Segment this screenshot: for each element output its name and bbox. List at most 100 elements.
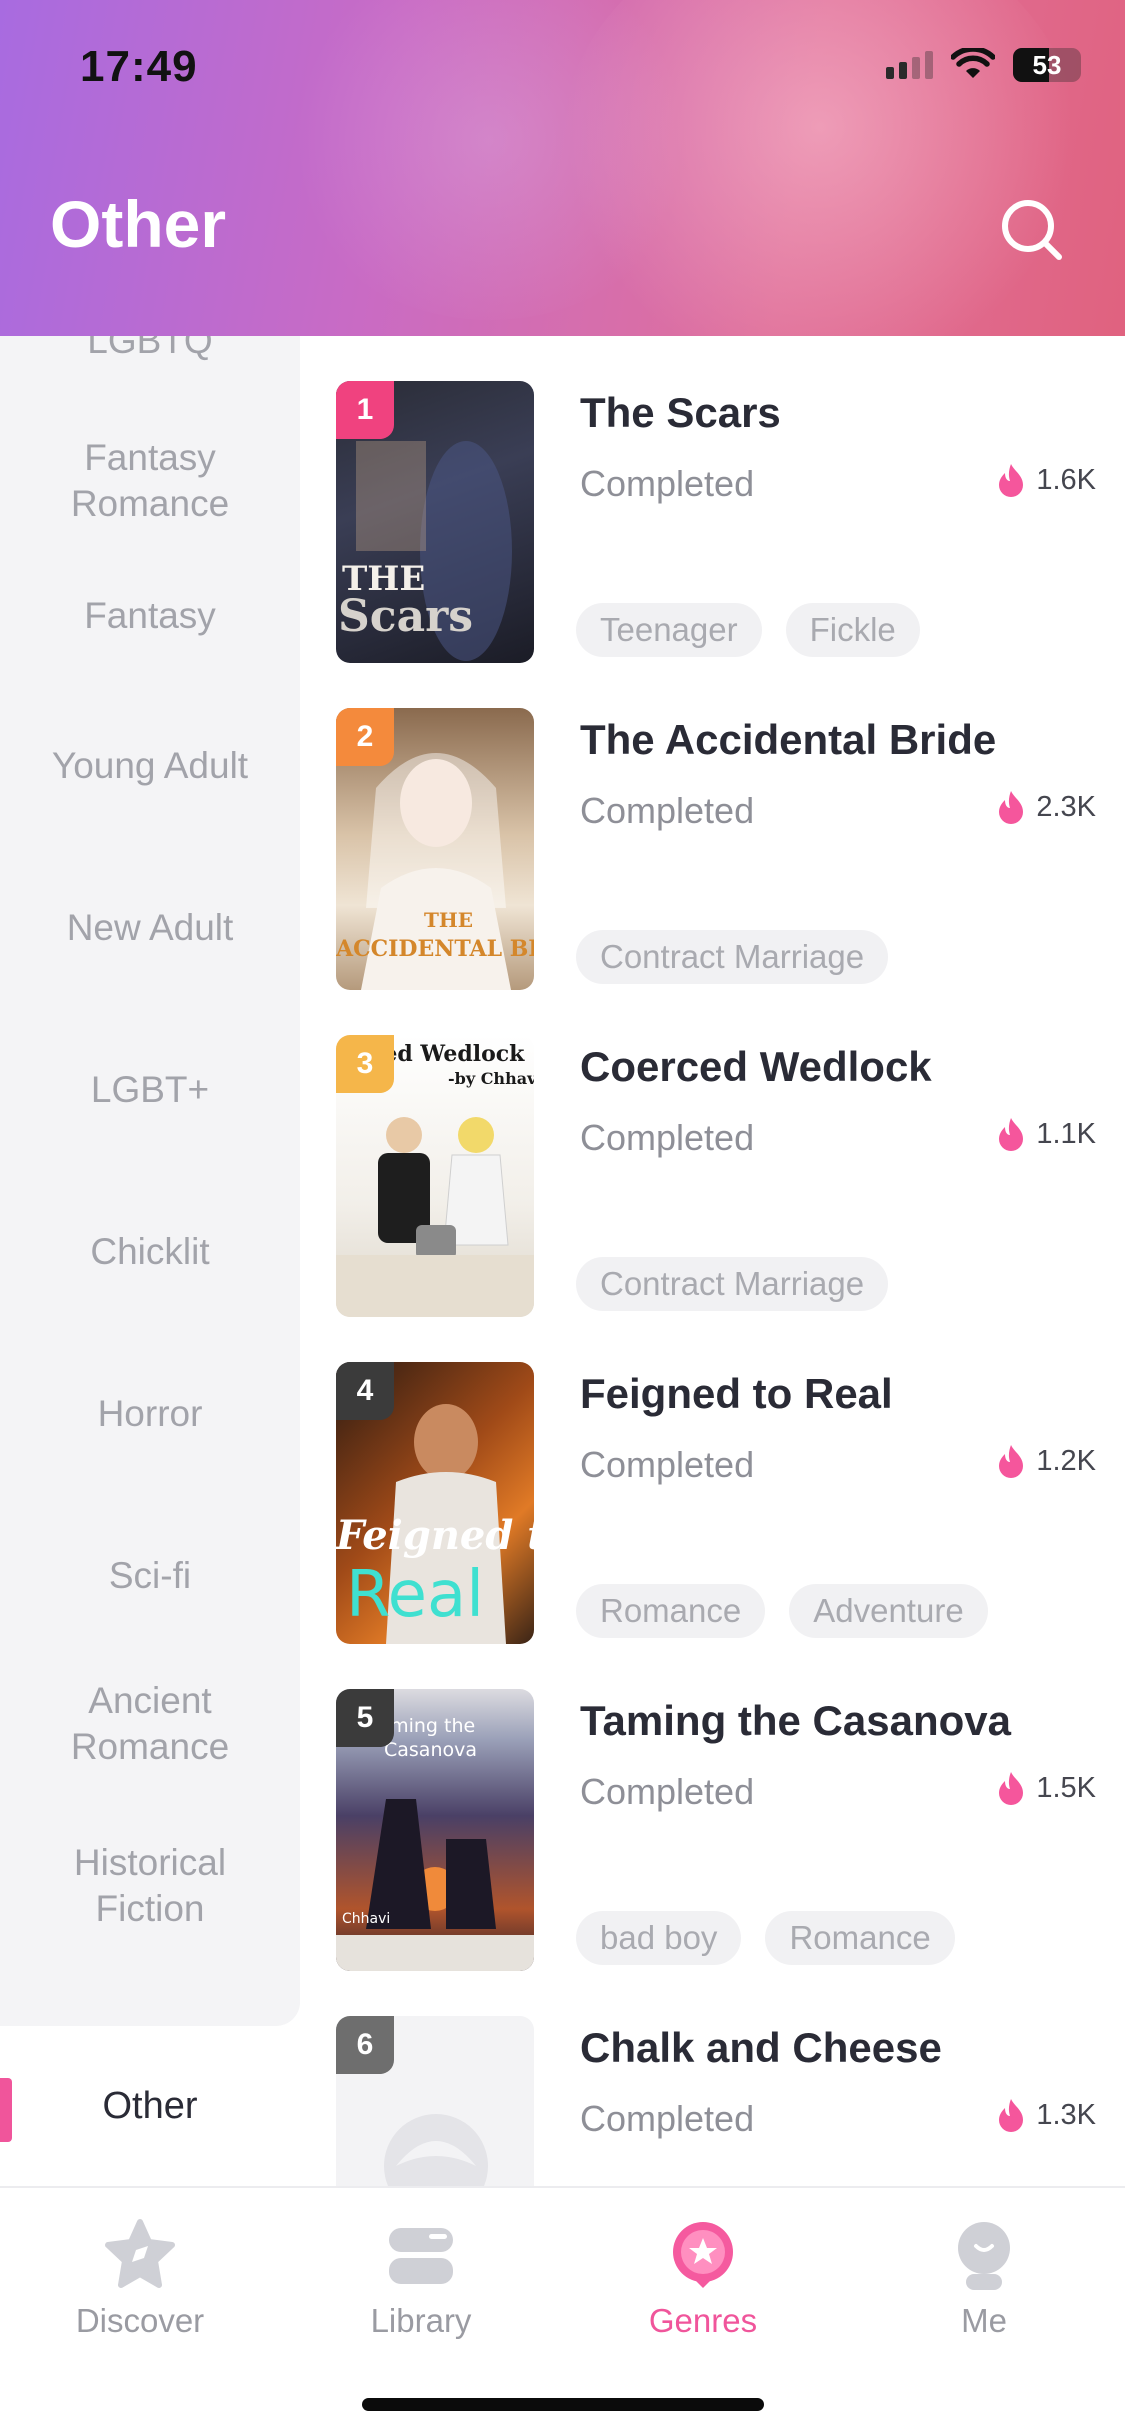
sidebar-item-fantasy-romance[interactable]: Fantasy Romance <box>0 416 300 546</box>
cover-title-line: THE <box>424 908 474 932</box>
book-item[interactable]: THE ACCIDENTAL BRIDE 2 The Accidental Br… <box>336 708 1096 990</box>
flame-icon <box>999 2099 1024 2132</box>
genre-sidebar: LGBTQ Fantasy Romance Fantasy Young Adul… <box>0 336 300 2026</box>
flame-icon <box>999 791 1024 824</box>
book-status: Completed <box>580 790 755 831</box>
book-status: Completed <box>580 2098 755 2139</box>
tag-chip[interactable]: bad boy <box>576 1911 742 1965</box>
book-popularity: 1.3K <box>996 2098 1096 2132</box>
book-title: The Scars <box>580 389 781 436</box>
sidebar-item-label: Other <box>102 2084 198 2127</box>
tag-chip[interactable]: Contract Marriage <box>576 1257 889 1311</box>
sidebar-item-sci-fi[interactable]: Sci-fi <box>0 1521 300 1631</box>
tag-list: Contract Marriage <box>576 1257 889 1311</box>
sidebar-item-historical-fiction[interactable]: Historical Fiction <box>0 1816 300 1956</box>
book-title: The Accidental Bride <box>580 716 997 763</box>
tab-library[interactable]: Library <box>321 2218 521 2340</box>
book-item[interactable]: Feigned to Real 4 Feigned to Real Comple… <box>336 1362 1096 1644</box>
book-popularity: 1.1K <box>996 1117 1096 1151</box>
battery-icon: 53 <box>1013 48 1081 82</box>
book-status: Completed <box>580 463 755 504</box>
book-title: Coerced Wedlock <box>580 1043 932 1090</box>
book-title: Taming the Casanova <box>580 1697 1011 1744</box>
popularity-count: 1.5K <box>1036 1771 1096 1804</box>
tab-label: Discover <box>75 2302 205 2339</box>
tag-list: bad boy Romance <box>576 1911 955 1965</box>
book-item[interactable]: THE Scars 1 The Scars Completed 1.6K Tee… <box>336 381 1096 663</box>
book-cover: ced Wedlock -by Chhavi 3 <box>336 1035 534 1317</box>
header-banner: 17:49 53 Other <box>0 0 1125 336</box>
rank-badge: 1 <box>336 381 394 439</box>
page-title: Other <box>50 187 227 261</box>
sidebar-item-ancient-romance[interactable]: Ancient Romance <box>0 1654 300 1794</box>
tag-chip[interactable]: Romance <box>576 1584 766 1638</box>
library-icon <box>389 2228 453 2284</box>
flame-icon <box>999 1772 1024 1805</box>
sidebar-item-lgbt-plus[interactable]: LGBT+ <box>0 1035 300 1145</box>
popularity-count: 1.2K <box>1036 1444 1096 1477</box>
book-title: Chalk and Cheese <box>580 2024 942 2071</box>
book-status: Completed <box>580 1117 755 1158</box>
book-cover: Feigned to Real 4 <box>336 1362 534 1644</box>
cover-title-line: Casanova <box>384 1739 478 1761</box>
book-item[interactable]: Taming the Casanova Chhavi 5 Taming the … <box>336 1689 1096 1971</box>
rank-badge: 5 <box>336 1689 394 1747</box>
cover-title-line: Real <box>346 1558 484 1632</box>
book-item[interactable]: 6 Chalk and Cheese Completed 1.3K <box>336 2016 1096 2186</box>
tag-list: Contract Marriage <box>576 930 889 984</box>
sidebar-item-lgbtq[interactable]: LGBTQ <box>0 336 300 386</box>
sidebar-item-chicklit[interactable]: Chicklit <box>0 1197 300 1307</box>
flame-icon <box>999 1445 1024 1478</box>
popularity-count: 1.1K <box>1036 1117 1096 1150</box>
wifi-icon <box>951 48 995 78</box>
search-button[interactable] <box>990 188 1074 272</box>
rank-badge: 6 <box>336 2016 394 2074</box>
sidebar-item-young-adult[interactable]: Young Adult <box>0 711 300 821</box>
status-time: 17:49 <box>80 42 198 91</box>
cellular-signal-icon <box>886 51 933 79</box>
tag-chip[interactable]: Teenager <box>576 603 762 657</box>
tag-chip[interactable]: Contract Marriage <box>576 930 889 984</box>
sidebar-item-fantasy[interactable]: Fantasy <box>0 566 300 666</box>
sidebar-item-new-adult[interactable]: New Adult <box>0 873 300 983</box>
book-cover: THE Scars 1 <box>336 381 534 663</box>
tab-me[interactable]: Me <box>884 2218 1084 2340</box>
tab-discover[interactable]: Discover <box>40 2218 240 2340</box>
tag-chip[interactable]: Romance <box>765 1911 955 1965</box>
book-title: Feigned to Real <box>580 1370 893 1417</box>
active-indicator <box>0 2078 12 2142</box>
cover-title-line: ACCIDENTAL BRIDE <box>336 936 534 962</box>
rank-badge: 2 <box>336 708 394 766</box>
book-popularity: 1.6K <box>996 463 1096 497</box>
cover-author: Chhavi <box>342 1911 391 1927</box>
tab-genres[interactable]: Genres <box>603 2218 803 2340</box>
book-cover: THE ACCIDENTAL BRIDE 2 <box>336 708 534 990</box>
me-icon <box>958 2222 1010 2290</box>
book-cover-placeholder: 6 <box>336 2016 534 2186</box>
sidebar-item-horror[interactable]: Horror <box>0 1359 300 1469</box>
tag-list: Teenager Fickle <box>576 603 920 657</box>
rank-badge: 4 <box>336 1362 394 1420</box>
book-popularity: 1.2K <box>996 1444 1096 1478</box>
search-icon <box>1002 200 1062 260</box>
genres-icon <box>673 2222 733 2288</box>
book-item[interactable]: ced Wedlock -by Chhavi 3 Coerced Wedlock… <box>336 1035 1096 1317</box>
discover-icon <box>105 2219 175 2288</box>
book-status: Completed <box>580 1771 755 1812</box>
tag-chip[interactable]: Fickle <box>785 603 920 657</box>
book-popularity: 2.3K <box>996 790 1096 824</box>
popularity-count: 1.6K <box>1036 463 1096 496</box>
tab-label: Me <box>961 2302 1007 2339</box>
flame-icon <box>999 1118 1024 1151</box>
status-icons: 53 <box>886 48 1081 82</box>
book-status: Completed <box>580 1444 755 1485</box>
tag-chip[interactable]: Adventure <box>789 1584 988 1638</box>
book-popularity: 1.5K <box>996 1771 1096 1805</box>
home-indicator[interactable] <box>362 2398 764 2411</box>
popularity-count: 2.3K <box>1036 790 1096 823</box>
sidebar-item-other[interactable]: Other <box>0 2026 300 2186</box>
tab-label: Genres <box>648 2302 758 2339</box>
battery-level: 53 <box>1032 49 1062 80</box>
cover-title-line: Feigned to <box>336 1512 534 1559</box>
flame-icon <box>999 464 1024 497</box>
